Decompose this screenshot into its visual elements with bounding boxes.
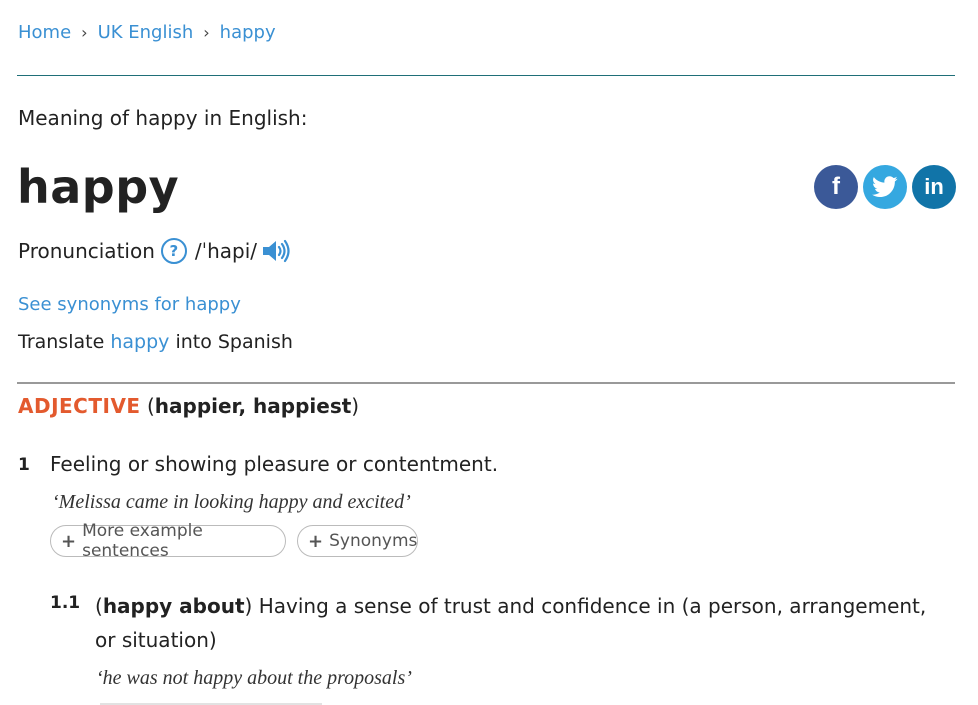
linkedin-letters: in [924, 174, 944, 199]
translate-line: Translate happy into Spanish [18, 331, 293, 353]
part-of-speech: ADJECTIVE (happier, happiest) [18, 394, 359, 418]
translate-suffix: into Spanish [175, 331, 293, 353]
headword: happy [17, 160, 180, 214]
dictionary-page: Home › UK English › happy Meaning of hap… [0, 0, 978, 705]
plus-icon: + [308, 530, 324, 552]
social-share: f in [814, 165, 956, 209]
breadcrumb-separator: › [81, 23, 88, 42]
header-divider [17, 75, 955, 76]
subsense-example: ‘he was not happy about the proposals’ [96, 667, 412, 689]
see-synonyms-link[interactable]: See synonyms for happy [18, 294, 241, 315]
more-examples-label: More example sentences [82, 521, 203, 561]
breadcrumb: Home › UK English › happy [18, 22, 276, 43]
translate-prefix: Translate [18, 331, 105, 353]
twitter-icon[interactable] [863, 165, 907, 209]
breadcrumb-separator: › [203, 23, 210, 42]
subsense-number: 1.1 [50, 593, 81, 613]
breadcrumb-home[interactable]: Home [18, 22, 71, 43]
subsense-keyword: happy about [102, 594, 245, 618]
subsense-definition: (happy about) Having a sense of trust an… [95, 589, 935, 657]
entry-divider [17, 382, 955, 384]
pronunciation-label: Pronunciation [18, 239, 155, 263]
plus-icon: + [61, 530, 77, 552]
pos-label: ADJECTIVE [18, 394, 141, 418]
synonyms-button[interactable]: + Synonyms [297, 525, 418, 557]
speaker-icon[interactable] [261, 239, 291, 263]
meaning-intro: Meaning of happy in English: [18, 106, 308, 130]
synonyms-label: Synonyms [329, 531, 418, 551]
pronunciation: Pronunciation ? /ˈhapi/ [18, 238, 291, 264]
sense-definition: Feeling or showing pleasure or contentme… [50, 452, 499, 476]
sense-number: 1 [18, 455, 30, 475]
linkedin-icon[interactable]: in [912, 165, 956, 209]
facebook-icon[interactable]: f [814, 165, 858, 209]
translate-word-link[interactable]: happy [110, 331, 169, 353]
help-icon[interactable]: ? [160, 238, 187, 264]
sense-example: ‘Melissa came in looking happy and excit… [52, 491, 411, 513]
pronunciation-ipa: /ˈhapi/ [194, 239, 258, 263]
breadcrumb-current[interactable]: happy [220, 22, 276, 43]
forms-open-paren: ( [146, 394, 155, 418]
subsense-open-paren: ( [95, 594, 103, 618]
facebook-letter: f [832, 173, 840, 200]
breadcrumb-uk-english[interactable]: UK English [98, 22, 194, 43]
inflected-forms: happier, happiest [154, 394, 352, 418]
more-examples-button[interactable]: + More example sentences [50, 521, 286, 561]
twitter-bird-glyph [872, 176, 898, 197]
forms-close-paren: ) [351, 394, 360, 418]
